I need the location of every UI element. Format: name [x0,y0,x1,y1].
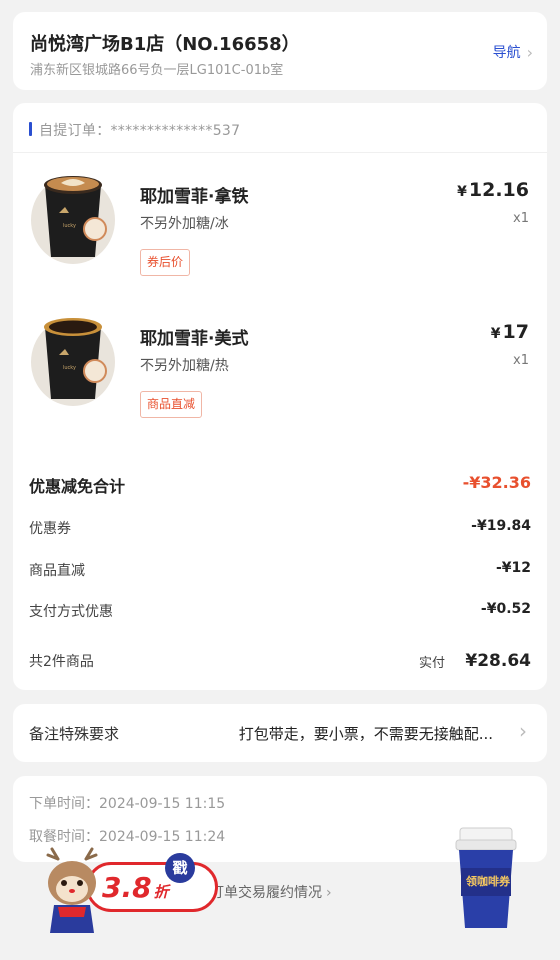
paid-label: 实付 [418,656,445,671]
item-name: 耶加雪菲·拿铁 [140,187,249,207]
store-name: 尚悦湾广场B1店（NO.16658） [30,34,300,55]
currency-symbol: ¥ [490,326,501,342]
order-time: 下单时间：2024-09-15 11:15 [29,796,226,812]
americano-cup-image: lucky [31,318,115,406]
total-discount-label: 优惠减免合计 [29,477,126,496]
payment-discount-label: 支付方式优惠 [29,604,113,620]
item-quantity: x1 [513,353,529,368]
item-spec: 不另外加糖/冰 [140,216,229,232]
total-discount-value: -¥32.36 [462,473,531,492]
coffee-coupon-label: 领咖啡券 [466,875,510,888]
store-card: 尚悦湾广场B1店（NO.16658） 浦东新区银城路66号负一层LG101C-0… [13,12,547,90]
pickup-time: 取餐时间：2024-09-15 11:24 [29,829,226,845]
payment-discount-value: -¥0.52 [480,601,531,617]
fulfillment-link-label: 订单交易履约情况 [210,885,322,901]
coupon-label: 优惠券 [29,521,71,537]
navigation-button[interactable]: 导航 › [493,42,533,62]
promo-discount: 3.8 折 [102,871,169,904]
promo-unit: 折 [153,883,169,901]
order-card: 自提订单：**************537 lucky 耶加雪菲·拿铁 不另外… [13,103,547,690]
discount-tag: 券后价 [140,249,191,276]
order-item[interactable]: lucky 耶加雪菲·拿铁 不另外加糖/冰 券后价 ¥12.16 x1 [13,165,547,295]
total-discount-row: 优惠减免合计 -¥32.36 [29,473,531,497]
paid-amount: ¥28.64 [465,651,531,671]
discount-tag: 商品直减 [140,391,203,418]
item-spec: 不另外加糖/热 [140,358,229,374]
order-header-marker [29,122,32,136]
discount-promo-badge[interactable]: 3.8 折 戳 [40,845,218,935]
store-address: 浦东新区银城路66号负一层LG101C-01b室 [30,63,284,78]
svg-text:lucky: lucky [63,365,76,371]
chevron-right-icon: › [519,719,527,743]
coupon-row: 优惠券 -¥19.84 [29,518,531,542]
item-count: 共2件商品 [29,654,94,670]
item-name: 耶加雪菲·美式 [140,329,249,349]
direct-discount-label: 商品直减 [29,563,85,579]
deer-mascot-icon [46,847,98,933]
fulfillment-link[interactable]: 订单交易履约情况 › [210,882,332,902]
navigation-label: 导航 [492,45,521,61]
price-value: 12.16 [468,179,529,201]
chevron-right-icon: › [526,42,533,62]
payment-discount-row: 支付方式优惠 -¥0.52 [29,601,531,625]
promo-stamp: 戳 [165,853,195,883]
order-number: 自提订单：**************537 [39,123,241,139]
chevron-right-icon: › [326,885,332,901]
order-header: 自提订单：**************537 [13,103,547,153]
paid-row: 共2件商品 实付 ¥28.64 [29,651,531,675]
order-item[interactable]: lucky 耶加雪菲·美式 不另外加糖/热 商品直减 ¥17 x1 [13,307,547,437]
item-price: ¥12.16 [457,179,529,201]
svg-text:lucky: lucky [63,223,76,229]
price-value: 17 [502,321,529,343]
item-quantity: x1 [513,211,529,226]
direct-discount-row: 商品直减 -¥12 [29,560,531,584]
currency-symbol: ¥ [457,184,467,200]
latte-cup-image: lucky [31,176,115,264]
direct-discount-value: -¥12 [495,560,531,576]
item-price: ¥17 [491,321,529,343]
remark-value: 打包带走，要小票，不需要无接触配... [238,725,493,743]
remark-label: 备注特殊要求 [29,725,120,743]
coupon-value: -¥19.84 [471,518,531,534]
remark-row[interactable]: 备注特殊要求 打包带走，要小票，不需要无接触配... › [13,704,547,762]
